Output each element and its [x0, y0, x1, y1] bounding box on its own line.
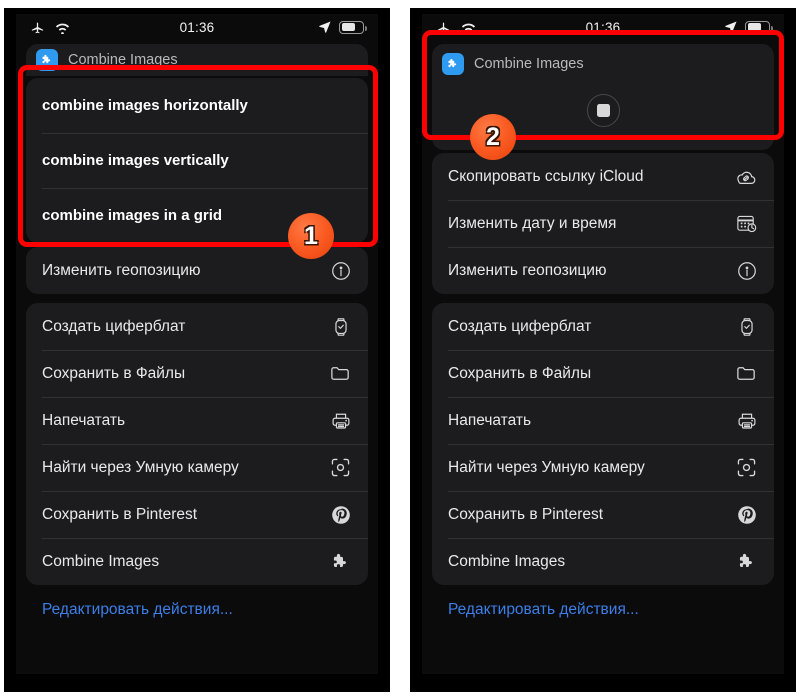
puzzle-piece-icon	[326, 551, 352, 573]
phone-panel-right: 01:36 Combine Images Скопировать ссылку …	[410, 8, 796, 692]
visual-lookup-icon	[732, 456, 758, 479]
action-label: Сохранить в Файлы	[448, 364, 592, 382]
folder-icon	[326, 362, 352, 385]
battery-icon	[745, 20, 773, 34]
phone-screen-right: 01:36 Combine Images Скопировать ссылку …	[422, 14, 784, 674]
action-label: Создать циферблат	[42, 317, 186, 335]
phone-screen-left: 01:36 Combine Images combine images hori…	[16, 14, 378, 674]
option-label: combine images in a grid	[42, 207, 223, 224]
watch-face-icon	[732, 316, 758, 338]
option-combine-horizontally[interactable]: combine images horizontally	[26, 78, 368, 133]
option-label: combine images vertically	[42, 152, 229, 169]
action-visual-lookup[interactable]: Найти через Умную камеру	[432, 444, 774, 491]
status-bar-right-icons	[724, 20, 773, 34]
visual-lookup-icon	[326, 456, 352, 479]
action-combine-images[interactable]: Combine Images	[432, 538, 774, 585]
status-bar-right-icons	[318, 20, 367, 34]
action-change-geoposition[interactable]: Изменить геопозицию	[432, 247, 774, 294]
option-combine-vertically[interactable]: combine images vertically	[26, 133, 368, 188]
action-label: Напечатать	[42, 411, 126, 429]
pinterest-icon	[326, 504, 352, 526]
action-save-to-files[interactable]: Сохранить в Файлы	[26, 350, 368, 397]
option-label: combine images horizontally	[42, 97, 248, 114]
pinterest-icon	[732, 504, 758, 526]
stop-button[interactable]	[586, 94, 620, 127]
location-pin-circle-icon	[326, 260, 352, 282]
action-label: Сохранить в Pinterest	[448, 505, 604, 523]
status-bar: 01:36	[16, 14, 378, 44]
icloud-link-icon	[732, 165, 758, 189]
status-bar: 01:36	[422, 14, 784, 44]
action-label: Создать циферблат	[448, 317, 592, 335]
location-pin-circle-icon	[732, 260, 758, 282]
action-label: Изменить геопозицию	[42, 261, 201, 279]
phone-panel-left: 01:36 Combine Images combine images hori…	[4, 8, 390, 692]
share-sheet-left: Combine Images combine images horizontal…	[16, 44, 378, 674]
edit-actions-link-left[interactable]: Редактировать действия...	[24, 585, 370, 619]
location-arrow-icon	[319, 21, 331, 33]
action-label: Combine Images	[42, 552, 160, 570]
action-combine-images[interactable]: Combine Images	[26, 538, 368, 585]
action-label: Найти через Умную камеру	[42, 458, 239, 476]
annotation-badge-1: 1	[288, 213, 334, 259]
printer-icon	[326, 410, 352, 432]
action-label: Найти через Умную камеру	[448, 458, 645, 476]
action-create-watch-face[interactable]: Создать циферблат	[432, 303, 774, 350]
actions-group-two-left: Создать циферблат Сохранить в Файлы Напе…	[26, 303, 368, 585]
folder-icon	[732, 362, 758, 385]
action-visual-lookup[interactable]: Найти через Умную камеру	[26, 444, 368, 491]
location-arrow-icon	[725, 21, 737, 33]
action-label: Сохранить в Pinterest	[42, 505, 198, 523]
action-label: Скопировать ссылку iCloud	[448, 167, 644, 185]
action-save-to-files[interactable]: Сохранить в Файлы	[432, 350, 774, 397]
action-copy-icloud-link[interactable]: Скопировать ссылку iCloud	[432, 153, 774, 200]
action-print[interactable]: Напечатать	[26, 397, 368, 444]
action-create-watch-face[interactable]: Создать циферблат	[26, 303, 368, 350]
action-change-date-time[interactable]: Изменить дату и время	[432, 200, 774, 247]
action-label: Combine Images	[448, 552, 566, 570]
puzzle-piece-icon	[732, 551, 758, 573]
share-sheet-app-title: Combine Images	[68, 52, 178, 68]
actions-group-two-right: Создать циферблат Сохранить в Файлы Напе…	[432, 303, 774, 585]
edit-actions-link-right[interactable]: Редактировать действия...	[430, 585, 776, 619]
watch-face-icon	[326, 316, 352, 338]
action-label: Напечатать	[448, 411, 532, 429]
share-sheet-header-left: Combine Images	[26, 44, 368, 76]
combine-images-app-icon	[442, 53, 464, 75]
annotation-badge-2: 2	[470, 114, 516, 160]
action-label: Сохранить в Файлы	[42, 364, 186, 382]
battery-icon	[339, 20, 367, 34]
action-label: Изменить геопозицию	[448, 261, 607, 279]
calendar-clock-icon	[732, 212, 758, 235]
action-print[interactable]: Напечатать	[432, 397, 774, 444]
action-save-to-pinterest[interactable]: Сохранить в Pinterest	[432, 491, 774, 538]
printer-icon	[732, 410, 758, 432]
combine-images-app-icon	[36, 49, 58, 71]
actions-group-one-right: Скопировать ссылку iCloud Изменить дату …	[432, 153, 774, 294]
action-label: Изменить дату и время	[448, 214, 617, 232]
share-sheet-app-title: Combine Images	[474, 56, 584, 72]
action-save-to-pinterest[interactable]: Сохранить в Pinterest	[26, 491, 368, 538]
screenshot-root: 01:36 Combine Images combine images hori…	[0, 0, 804, 700]
